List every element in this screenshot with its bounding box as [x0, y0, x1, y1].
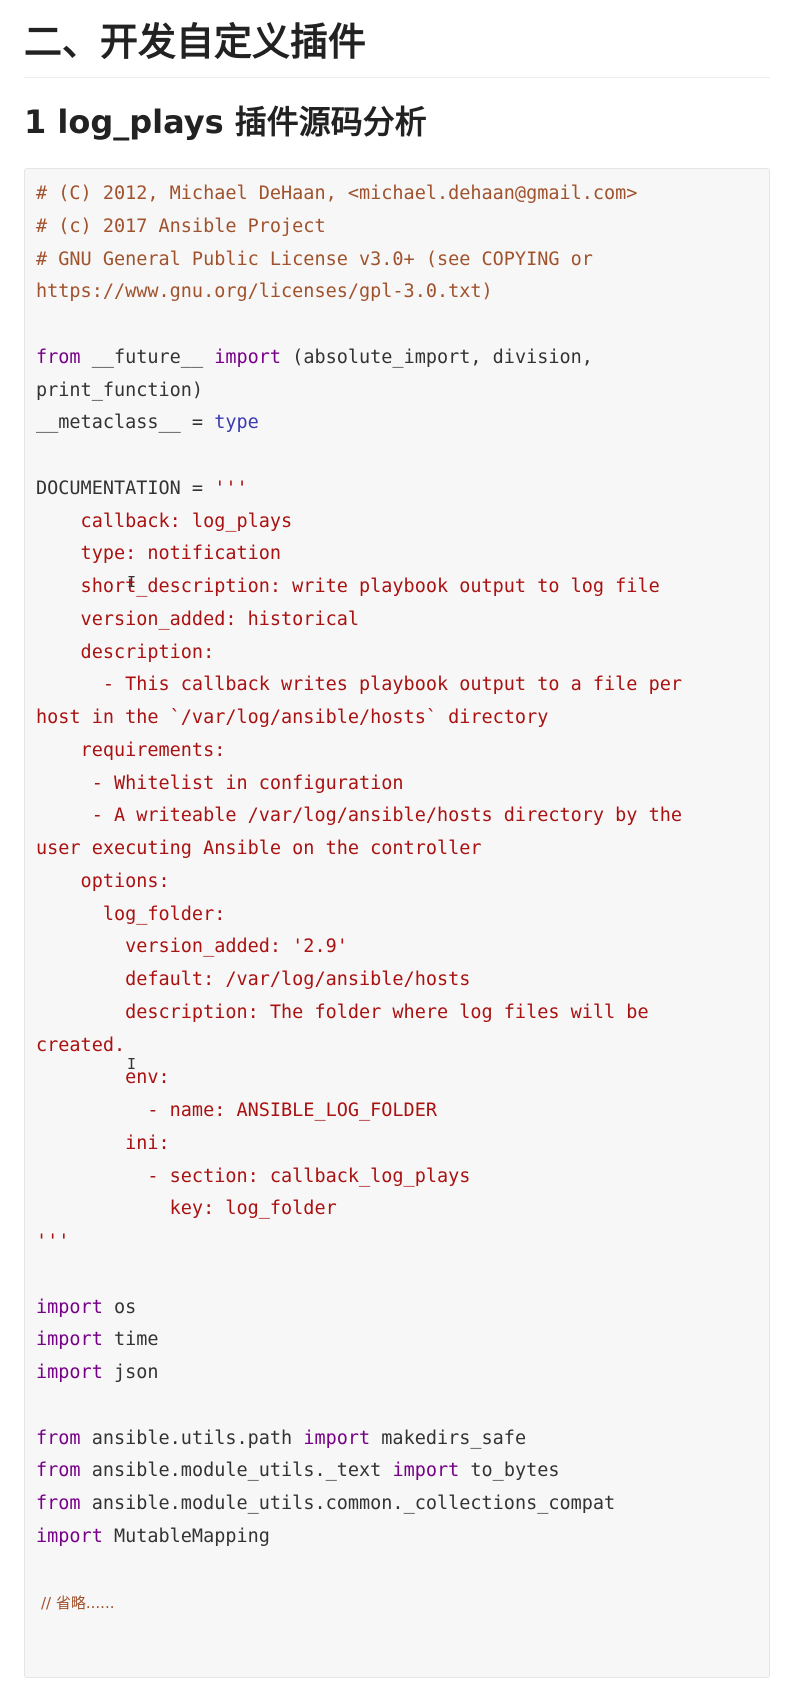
- code-token: # (c) 2017 Ansible Project: [36, 215, 326, 237]
- code-token: https://www.gnu.org/licenses/gpl-3.0.txt…: [36, 281, 493, 303]
- code-line: # GNU General Public License v3.0+ (see …: [36, 249, 593, 270]
- text-cursor-icon: I: [127, 573, 137, 591]
- code-token: json: [102, 1362, 159, 1383]
- code-line: host in the `/var/log/ansible/hosts` dir…: [36, 707, 548, 728]
- code-line: import time: [36, 1329, 159, 1350]
- code-token: key: log_folder: [36, 1198, 337, 1220]
- code-token: env:: [36, 1067, 170, 1089]
- code-token: MutableMapping: [102, 1525, 270, 1547]
- code-line: log_folder:: [36, 903, 226, 925]
- code-token: ansible.module_utils.common._collections…: [80, 1493, 616, 1514]
- code-token: requirements:: [36, 739, 226, 761]
- code-token: makedirs_safe: [370, 1427, 527, 1449]
- code-block[interactable]: # (C) 2012, Michael DeHaan, <michael.deh…: [24, 168, 770, 1678]
- code-token: options:: [36, 870, 170, 892]
- code-line: import os: [36, 1297, 136, 1318]
- code-token: from: [36, 1460, 81, 1482]
- code-line: - This callback writes playbook output t…: [36, 674, 682, 695]
- code-line: https://www.gnu.org/licenses/gpl-3.0.txt…: [36, 281, 493, 302]
- code-line: from ansible.utils.path import makedirs_…: [36, 1428, 526, 1449]
- heading-divider: [24, 77, 770, 78]
- code-token: - Whitelist in configuration: [36, 772, 404, 794]
- code-token: import: [36, 1362, 103, 1383]
- code-line: DOCUMENTATION = ''': [36, 478, 248, 499]
- text-cursor-icon: I: [127, 1055, 137, 1073]
- code-line: default: /var/log/ansible/hosts: [36, 969, 470, 990]
- code-token: __future__: [80, 346, 215, 368]
- code-token: - section: callback_log_plays: [36, 1165, 471, 1187]
- code-line: requirements:: [36, 739, 226, 761]
- code-token: from: [36, 1493, 81, 1514]
- code-token: import: [36, 1329, 103, 1351]
- code-token: version_added: historical: [36, 608, 360, 630]
- code-token: type: notification: [36, 543, 282, 565]
- code-token: import: [214, 346, 282, 368]
- code-line: version_added: '2.9': [36, 936, 348, 957]
- code-line: print_function): [36, 380, 203, 401]
- code-token: __metaclass__ =: [36, 412, 215, 434]
- code-token: version_added: '2.9': [36, 936, 348, 958]
- code-line: ''': [36, 1231, 69, 1252]
- code-token: time: [102, 1329, 159, 1351]
- code-line: description:: [36, 641, 215, 663]
- code-token: description:: [36, 641, 215, 663]
- code-line: - A writeable /var/log/ansible/hosts dir…: [36, 805, 682, 826]
- code-token: ansible.module_utils._text: [80, 1460, 393, 1482]
- code-line: import MutableMapping: [36, 1526, 270, 1547]
- code-token: created.: [36, 1034, 126, 1056]
- section-heading: 二、开发自定义插件: [24, 20, 367, 64]
- code-token: ini:: [36, 1132, 170, 1154]
- code-line: callback: log_plays: [36, 510, 293, 532]
- code-line: from ansible.module_utils.common._collec…: [36, 1493, 615, 1514]
- code-line: import json: [36, 1362, 159, 1383]
- code-token: DOCUMENTATION =: [36, 477, 215, 499]
- code-line: # (C) 2012, Michael DeHaan, <michael.deh…: [36, 183, 637, 204]
- code-token: os: [102, 1296, 137, 1318]
- code-token: from: [36, 346, 81, 368]
- code-token: - A writeable /var/log/ansible/hosts dir…: [36, 805, 683, 827]
- code-token: description: The folder where log files …: [36, 1001, 649, 1023]
- code-line: - section: callback_log_plays: [36, 1166, 470, 1187]
- code-line: user executing Ansible on the controller: [36, 838, 482, 859]
- code-token: ''': [214, 477, 248, 499]
- code-line: from __future__ import (absolute_import,…: [36, 347, 593, 368]
- code-token: - This callback writes playbook output t…: [36, 674, 683, 696]
- code-token: print_function): [36, 379, 204, 401]
- code-token: # (C) 2012, Michael DeHaan, <michael.deh…: [36, 183, 638, 204]
- code-token: # GNU General Public License v3.0+ (see …: [36, 248, 593, 270]
- code-line: ini:: [36, 1133, 170, 1154]
- code-token: (absolute_import, division,: [281, 346, 593, 368]
- code-token: to_bytes: [459, 1460, 560, 1482]
- subsection-heading: 1 log_plays 插件源码分析: [24, 103, 427, 141]
- code-line: - Whitelist in configuration: [36, 773, 404, 794]
- code-token: from: [36, 1427, 81, 1449]
- code-line: created.: [36, 1035, 125, 1056]
- code-token: log_folder:: [36, 903, 226, 925]
- code-content[interactable]: # (C) 2012, Michael DeHaan, <michael.deh…: [36, 178, 682, 1554]
- code-line: __metaclass__ = type: [36, 412, 259, 433]
- code-token: callback: log_plays: [36, 510, 293, 532]
- code-line: - name: ANSIBLE_LOG_FOLDER: [36, 1100, 437, 1121]
- code-line: # (c) 2017 Ansible Project: [36, 216, 326, 237]
- code-line: env:: [36, 1067, 170, 1088]
- code-token: default: /var/log/ansible/hosts: [36, 969, 471, 990]
- code-token: ansible.utils.path: [80, 1427, 304, 1449]
- code-line: options:: [36, 871, 170, 892]
- code-line: key: log_folder: [36, 1198, 337, 1219]
- code-line: description: The folder where log files …: [36, 1002, 649, 1023]
- code-line: type: notification: [36, 543, 282, 565]
- code-token: import: [36, 1296, 103, 1318]
- code-token: user executing Ansible on the controller: [36, 838, 482, 859]
- code-token: type: [214, 412, 259, 434]
- code-token: host in the `/var/log/ansible/hosts` dir…: [36, 707, 549, 728]
- code-token: import: [36, 1525, 103, 1547]
- code-token: ''': [36, 1231, 70, 1252]
- code-token: import: [303, 1427, 371, 1449]
- code-omitted-comment: // 省略......: [41, 1594, 115, 1612]
- code-line: from ansible.module_utils._text import t…: [36, 1460, 560, 1481]
- code-line: version_added: historical: [36, 609, 359, 630]
- code-token: - name: ANSIBLE_LOG_FOLDER: [36, 1100, 437, 1121]
- code-token: import: [392, 1460, 460, 1482]
